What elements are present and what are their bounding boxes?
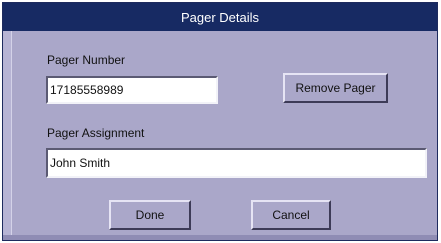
done-label: Done [135, 208, 165, 222]
pager-assignment-value: John Smith [50, 156, 111, 170]
pager-number-value: 17185558989 [50, 83, 124, 97]
dialog-left-edge [3, 31, 12, 240]
cancel-button[interactable]: Cancel [251, 200, 331, 230]
dialog-title: Pager Details [180, 9, 260, 25]
pager-assignment-label: Pager Assignment [47, 126, 145, 140]
done-button[interactable]: Done [109, 200, 191, 230]
remove-pager-label: Remove Pager [295, 81, 376, 95]
dialog-title-bar: Pager Details [3, 3, 437, 31]
pager-number-label: Pager Number [47, 53, 126, 67]
pager-details-dialog: Pager Details Pager Number 17185558989 R… [2, 2, 438, 241]
pager-number-field[interactable]: 17185558989 [46, 76, 218, 104]
cancel-label: Cancel [272, 208, 310, 222]
dialog-bottom-edge [3, 235, 437, 240]
pager-assignment-field[interactable]: John Smith [46, 148, 427, 178]
remove-pager-button[interactable]: Remove Pager [283, 73, 388, 103]
